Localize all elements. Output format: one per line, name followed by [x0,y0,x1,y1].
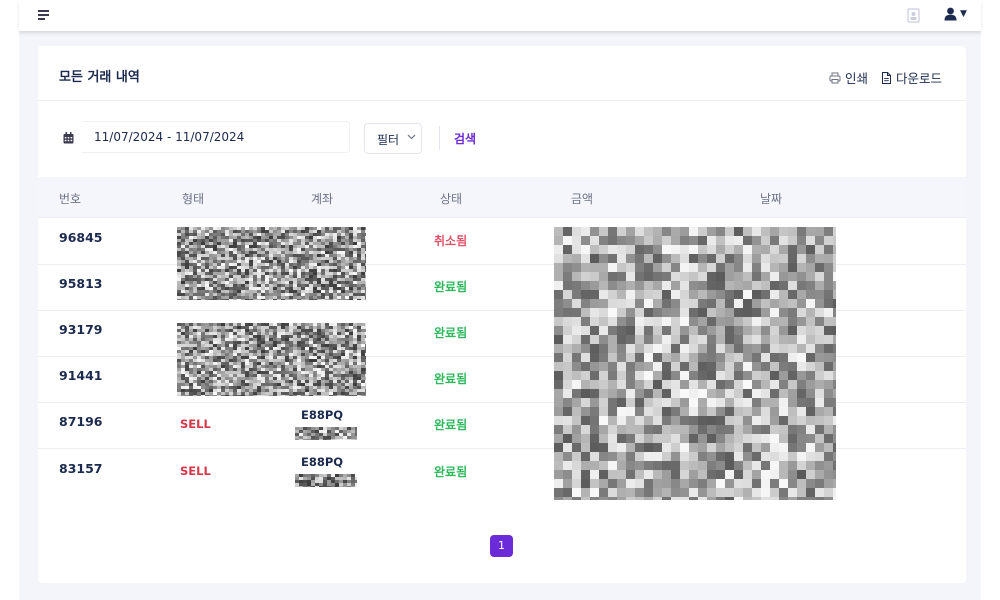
redacted-region [177,227,366,300]
redacted-account-detail [295,474,357,487]
card-header: 모든 거래 내역 인쇄 다운로드 [38,46,966,101]
transaction-id: 95813 [59,276,103,291]
pagination-page-button[interactable]: 1 [490,535,513,557]
col-header-number: 번호 [59,192,82,206]
redacted-region [177,323,366,396]
account-code: E88PQ [301,408,344,422]
printer-icon [829,72,841,83]
col-header-type: 형태 [182,192,205,206]
app-frame: ▼ 모든 거래 내역 인쇄 다운로드 11/07/2024 - 11/07/20… [19,0,981,600]
transaction-type: SELL [180,417,211,431]
table-header: 번호 형태 계좌 상태 금액 날짜 [38,177,966,218]
chevron-down-icon [407,134,416,140]
col-header-account: 계좌 [311,192,334,206]
file-icon [882,71,891,84]
transactions-card: 모든 거래 내역 인쇄 다운로드 11/07/2024 - 11/07/2024… [38,46,966,583]
transaction-id: 83157 [59,461,103,476]
transaction-id: 96845 [59,230,103,245]
redacted-account-detail [295,427,357,440]
download-button[interactable]: 다운로드 [881,68,942,87]
status-badge: 완료됨 [434,280,468,294]
status-badge: 완료됨 [434,372,468,386]
filter-label: 필터 [377,133,400,147]
transaction-id: 91441 [59,368,103,383]
user-menu[interactable]: ▼ [944,6,970,24]
col-header-amount: 금액 [571,192,594,206]
print-label: 인쇄 [845,71,869,86]
redacted-region [554,227,836,500]
page-title: 모든 거래 내역 [59,70,140,85]
top-navbar: ▼ [19,0,981,31]
caret-down-icon: ▼ [960,9,967,19]
status-badge: 취소됨 [434,234,468,248]
document-user-icon[interactable] [907,8,921,23]
user-icon [944,7,957,21]
search-button[interactable]: 검색 [454,130,476,147]
status-badge: 완료됨 [434,465,468,479]
account-code: E88PQ [301,455,344,469]
transaction-id: 93179 [59,322,103,337]
hamburger-menu-icon[interactable] [38,10,50,20]
status-badge: 완료됨 [434,418,468,432]
divider [439,126,440,150]
status-badge: 완료됨 [434,326,468,340]
transaction-type: SELL [180,464,211,478]
col-header-date: 날짜 [760,192,783,206]
download-label: 다운로드 [896,71,943,86]
col-header-status: 상태 [440,192,463,206]
transaction-id: 87196 [59,414,103,429]
date-range-input[interactable] [82,121,350,153]
filter-dropdown[interactable]: 필터 [364,123,422,154]
filter-bar: 필터 검색 [38,101,966,176]
print-button[interactable]: 인쇄 [829,68,868,87]
calendar-icon [63,132,74,144]
